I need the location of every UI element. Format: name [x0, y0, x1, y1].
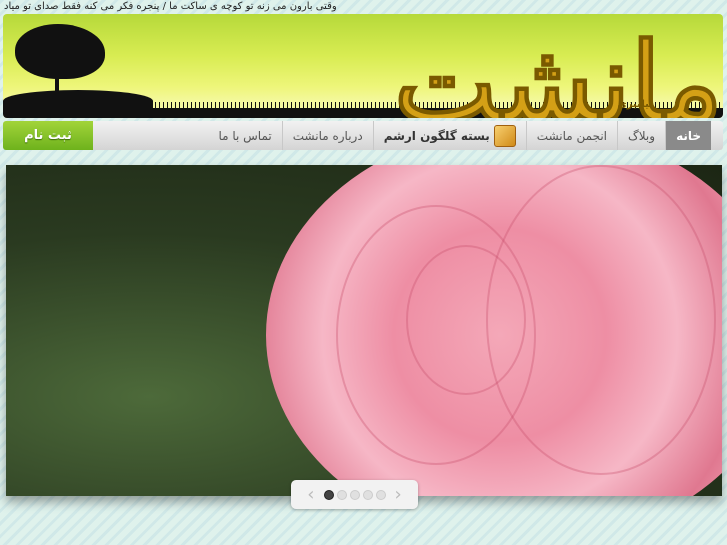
slide-dot[interactable] [349, 489, 360, 500]
main-nav: خانه وبلاگ انجمن مانشت بسته گلگون ارشم د… [3, 121, 723, 150]
register-button[interactable]: ثبت نام [3, 121, 93, 150]
next-arrow-icon[interactable]: › [389, 484, 408, 505]
nav-label: وبلاگ [628, 128, 656, 143]
nav-label: درباره مانشت [292, 128, 363, 143]
nav-label: تماس با ما [218, 128, 272, 143]
image-slider[interactable] [6, 165, 722, 496]
logo-subtitle: بیلبیزی [617, 99, 653, 110]
nav-label: بسته گلگون ارشم [383, 128, 490, 143]
nav-home[interactable]: خانه [665, 121, 711, 150]
nav-blog[interactable]: وبلاگ [617, 121, 665, 150]
nav-label: انجمن مانشت [536, 128, 608, 143]
prev-arrow-icon[interactable]: ‹ [301, 484, 320, 505]
nav-package[interactable]: بسته گلگون ارشم [372, 121, 526, 150]
slide-dot[interactable] [336, 489, 347, 500]
header-banner: مانشت بیلبیزی [3, 14, 723, 118]
nav-about[interactable]: درباره مانشت [281, 121, 373, 150]
nav-forum[interactable]: انجمن مانشت [525, 121, 617, 150]
tree-icon [15, 24, 105, 79]
gift-box-icon [493, 124, 516, 147]
slide-dot[interactable] [362, 489, 373, 500]
tree-trunk [55, 54, 59, 104]
slider-pager: ‹ › [291, 480, 418, 509]
slide-dot[interactable] [323, 489, 334, 500]
nav-contact[interactable]: تماس با ما [208, 121, 281, 150]
site-logo[interactable]: مانشت [393, 27, 723, 118]
tagline: وقتی بارون می زنه تو کوچه ی ساکت ما / پن… [4, 1, 337, 12]
slide-dot[interactable] [375, 489, 386, 500]
petal [486, 165, 716, 475]
nav-label: خانه [676, 128, 701, 143]
